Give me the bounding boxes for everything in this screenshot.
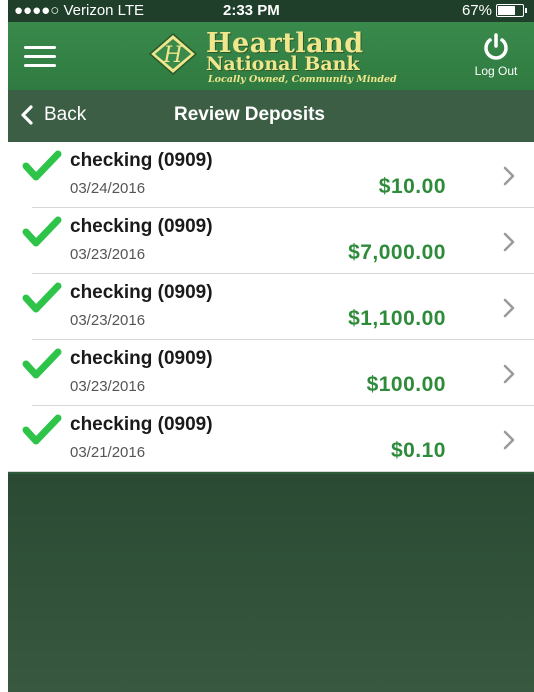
bank-logo: H Heartland National Bank Locally Owned,… bbox=[148, 28, 423, 86]
svg-text:H: H bbox=[162, 43, 183, 68]
background-area bbox=[8, 474, 534, 692]
deposit-account: checking (0909) bbox=[70, 282, 213, 303]
deposit-date: 03/23/2016 bbox=[70, 312, 146, 329]
deposit-date: 03/23/2016 bbox=[70, 378, 146, 395]
logo-mark-icon: H bbox=[148, 33, 198, 75]
chevron-right-icon bbox=[503, 232, 515, 252]
battery-icon bbox=[496, 4, 527, 17]
deposit-amount: $100.00 bbox=[366, 373, 446, 396]
clock: 2:33 PM bbox=[223, 2, 280, 19]
chevron-right-icon bbox=[503, 298, 515, 318]
chevron-right-icon bbox=[503, 364, 515, 384]
menu-icon[interactable] bbox=[24, 46, 56, 68]
back-label: Back bbox=[44, 104, 87, 125]
deposit-amount: $1,100.00 bbox=[348, 307, 446, 330]
checkmark-icon bbox=[22, 282, 62, 313]
deposit-account: checking (0909) bbox=[70, 216, 213, 237]
nav-bar: Back Review Deposits bbox=[8, 90, 534, 142]
chevron-right-icon bbox=[503, 430, 515, 450]
deposit-account: checking (0909) bbox=[70, 348, 213, 369]
deposit-row[interactable]: checking (0909) 03/23/2016 $1,100.00 bbox=[8, 274, 534, 340]
deposit-amount: $0.10 bbox=[390, 439, 446, 462]
deposit-date: 03/23/2016 bbox=[70, 246, 146, 263]
battery-status: 67% bbox=[461, 2, 527, 19]
checkmark-icon bbox=[22, 150, 62, 181]
logo-tagline: Locally Owned, Community Minded bbox=[208, 74, 397, 85]
deposit-row[interactable]: checking (0909) 03/23/2016 $7,000.00 bbox=[8, 208, 534, 274]
carrier-label: ●●●●○ Verizon LTE bbox=[14, 2, 145, 19]
deposit-date: 03/24/2016 bbox=[70, 180, 146, 197]
app-header: H Heartland National Bank Locally Owned,… bbox=[8, 22, 534, 90]
deposit-amount: $7,000.00 bbox=[348, 241, 446, 264]
deposit-amount: $10.00 bbox=[378, 175, 446, 198]
deposit-account: checking (0909) bbox=[70, 150, 213, 171]
battery-percent: 67% bbox=[461, 2, 492, 19]
back-button[interactable]: Back bbox=[20, 104, 86, 126]
page-title: Review Deposits bbox=[174, 104, 325, 125]
chevron-right-icon bbox=[503, 166, 515, 186]
chevron-left-icon bbox=[21, 105, 33, 125]
logout-label: Log Out bbox=[474, 64, 518, 78]
power-icon bbox=[484, 33, 508, 60]
deposit-account: checking (0909) bbox=[70, 414, 213, 435]
checkmark-icon bbox=[22, 348, 62, 379]
app-frame: ●●●●○ Verizon LTE 2:33 PM 67% H Heartlan… bbox=[8, 0, 534, 692]
status-bar: ●●●●○ Verizon LTE 2:33 PM 67% bbox=[8, 0, 534, 22]
checkmark-icon bbox=[22, 216, 62, 247]
logo-subtitle: National Bank bbox=[206, 53, 360, 75]
logout-button[interactable]: Log Out bbox=[462, 32, 530, 78]
deposit-date: 03/21/2016 bbox=[70, 444, 146, 461]
deposit-list: checking (0909) 03/24/2016 $10.00 checki… bbox=[8, 142, 534, 472]
deposit-row[interactable]: checking (0909) 03/23/2016 $100.00 bbox=[8, 340, 534, 406]
checkmark-icon bbox=[22, 414, 62, 445]
deposit-row[interactable]: checking (0909) 03/21/2016 $0.10 bbox=[8, 406, 534, 472]
deposit-row[interactable]: checking (0909) 03/24/2016 $10.00 bbox=[8, 142, 534, 208]
